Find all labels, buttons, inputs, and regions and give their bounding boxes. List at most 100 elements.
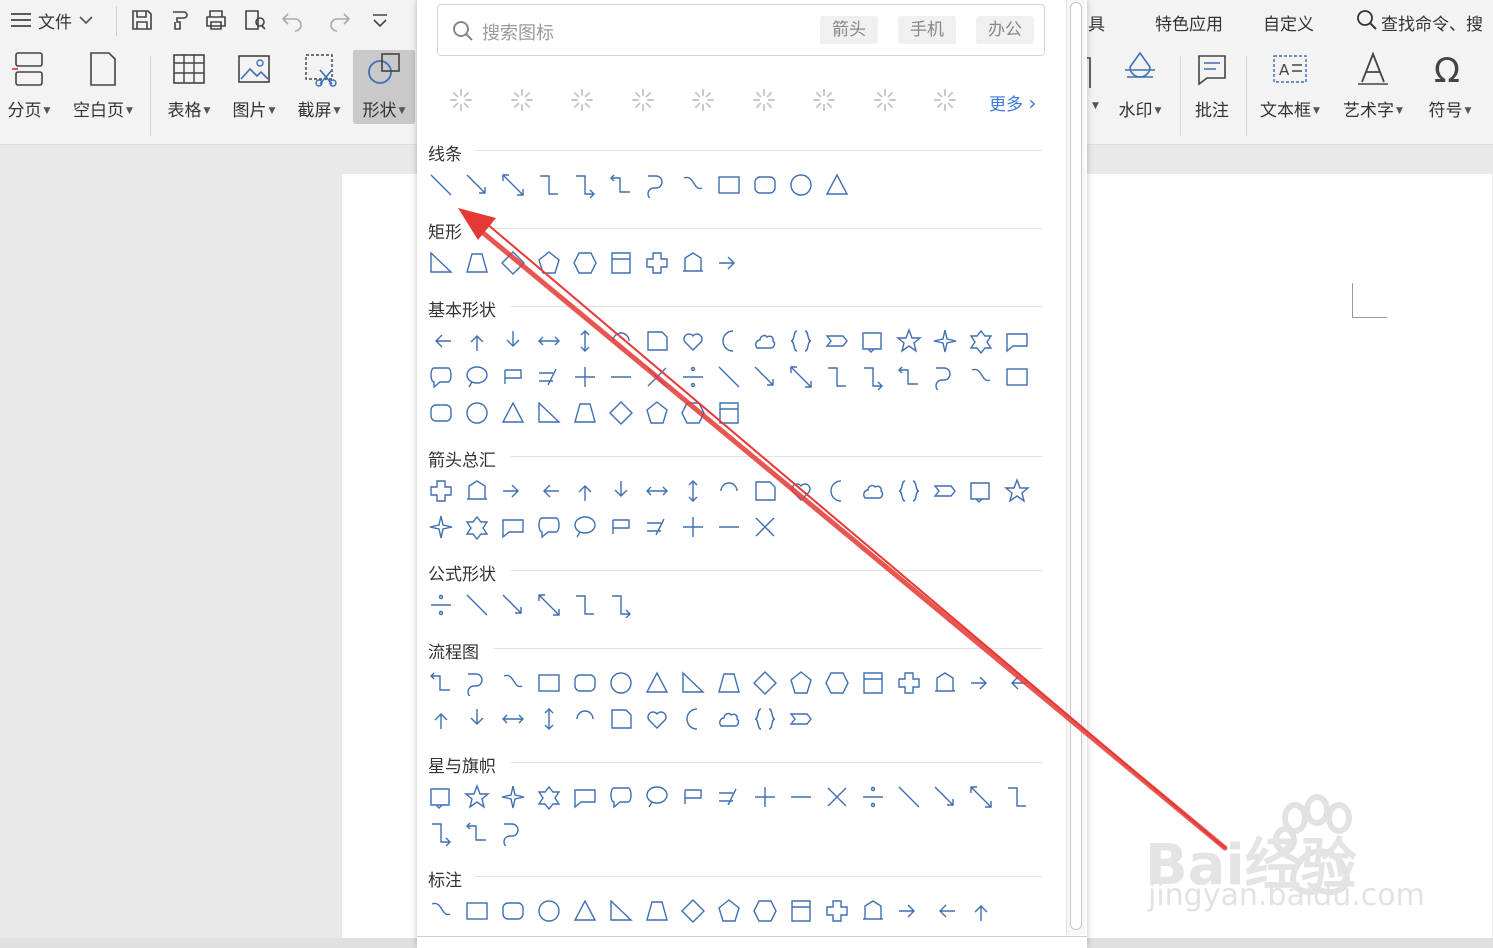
shape-option-icon[interactable] bbox=[536, 514, 562, 540]
shape-option-icon[interactable] bbox=[536, 784, 562, 810]
shape-option-icon[interactable] bbox=[464, 328, 490, 354]
shape-option-icon[interactable] bbox=[428, 670, 454, 696]
tool-table[interactable]: 表格 ▼ bbox=[164, 50, 214, 124]
shape-option-icon[interactable] bbox=[896, 784, 922, 810]
shape-option-icon[interactable] bbox=[824, 898, 850, 924]
shape-option-icon[interactable] bbox=[644, 706, 670, 732]
shape-option-icon[interactable] bbox=[752, 706, 778, 732]
shape-option-icon[interactable] bbox=[968, 478, 994, 504]
shape-option-icon[interactable] bbox=[464, 670, 490, 696]
shape-option-icon[interactable] bbox=[644, 478, 670, 504]
shape-option-icon[interactable] bbox=[680, 706, 706, 732]
shape-option-icon[interactable] bbox=[608, 514, 634, 540]
shape-option-icon[interactable] bbox=[464, 400, 490, 426]
shape-option-icon[interactable] bbox=[824, 670, 850, 696]
scrollbar-thumb[interactable] bbox=[1070, 2, 1082, 930]
shape-option-icon[interactable] bbox=[608, 592, 634, 618]
shape-option-icon[interactable] bbox=[860, 328, 886, 354]
shape-option-icon[interactable] bbox=[680, 478, 706, 504]
shape-option-icon[interactable] bbox=[608, 898, 634, 924]
shape-option-icon[interactable] bbox=[716, 514, 742, 540]
shape-option-icon[interactable] bbox=[572, 514, 598, 540]
tag-phone[interactable]: 手机 bbox=[898, 16, 956, 44]
shape-option-icon[interactable] bbox=[860, 364, 886, 390]
tool-shapes[interactable]: 形状 ▼ bbox=[353, 50, 415, 124]
redo-icon[interactable] bbox=[328, 8, 352, 32]
shape-option-icon[interactable] bbox=[968, 898, 994, 924]
shape-option-icon[interactable] bbox=[500, 250, 526, 276]
shape-option-icon[interactable] bbox=[716, 706, 742, 732]
search-input[interactable]: 搜索图标 bbox=[482, 19, 554, 45]
shape-option-icon[interactable] bbox=[608, 478, 634, 504]
shape-option-icon[interactable] bbox=[500, 400, 526, 426]
shape-option-icon[interactable] bbox=[788, 328, 814, 354]
shape-option-icon[interactable] bbox=[644, 898, 670, 924]
shape-option-icon[interactable] bbox=[680, 364, 706, 390]
shape-option-icon[interactable] bbox=[644, 400, 670, 426]
print-preview-icon[interactable] bbox=[242, 8, 266, 32]
shape-option-icon[interactable] bbox=[464, 820, 490, 846]
shape-option-icon[interactable] bbox=[608, 250, 634, 276]
shape-option-icon[interactable] bbox=[860, 784, 886, 810]
shape-option-icon[interactable] bbox=[500, 364, 526, 390]
tool-comment[interactable]: 批注 bbox=[1190, 50, 1234, 124]
shape-option-icon[interactable] bbox=[932, 364, 958, 390]
shape-option-icon[interactable] bbox=[644, 784, 670, 810]
tool-screenshot[interactable]: 截屏 ▼ bbox=[294, 50, 344, 124]
shape-option-icon[interactable] bbox=[428, 820, 454, 846]
shape-option-icon[interactable] bbox=[716, 784, 742, 810]
shape-option-icon[interactable] bbox=[464, 514, 490, 540]
file-menu[interactable]: 文件 bbox=[10, 8, 94, 33]
shape-option-icon[interactable] bbox=[752, 898, 778, 924]
shape-option-icon[interactable] bbox=[788, 898, 814, 924]
shape-option-icon[interactable] bbox=[968, 364, 994, 390]
shape-option-icon[interactable] bbox=[428, 592, 454, 618]
shape-option-icon[interactable] bbox=[680, 670, 706, 696]
shape-option-icon[interactable] bbox=[860, 478, 886, 504]
shape-option-icon[interactable] bbox=[824, 328, 850, 354]
shape-option-icon[interactable] bbox=[932, 898, 958, 924]
shape-option-icon[interactable] bbox=[572, 328, 598, 354]
shape-option-icon[interactable] bbox=[536, 670, 562, 696]
shape-option-icon[interactable] bbox=[536, 172, 562, 198]
shape-option-icon[interactable] bbox=[824, 364, 850, 390]
shape-option-icon[interactable] bbox=[680, 172, 706, 198]
shape-option-icon[interactable] bbox=[572, 478, 598, 504]
shape-option-icon[interactable] bbox=[536, 250, 562, 276]
shape-option-icon[interactable] bbox=[428, 478, 454, 504]
shape-option-icon[interactable] bbox=[860, 898, 886, 924]
shape-option-icon[interactable] bbox=[788, 670, 814, 696]
shape-option-icon[interactable] bbox=[428, 400, 454, 426]
shape-option-icon[interactable] bbox=[464, 172, 490, 198]
panel-scrollbar[interactable] bbox=[1066, 0, 1085, 935]
shape-option-icon[interactable] bbox=[608, 670, 634, 696]
shape-option-icon[interactable] bbox=[572, 400, 598, 426]
shape-option-icon[interactable] bbox=[536, 592, 562, 618]
shape-option-icon[interactable] bbox=[680, 784, 706, 810]
shape-option-icon[interactable] bbox=[500, 172, 526, 198]
shape-option-icon[interactable] bbox=[1004, 670, 1030, 696]
shape-option-icon[interactable] bbox=[572, 592, 598, 618]
shape-option-icon[interactable] bbox=[536, 706, 562, 732]
shape-option-icon[interactable] bbox=[464, 706, 490, 732]
shape-option-icon[interactable] bbox=[716, 670, 742, 696]
shape-option-icon[interactable] bbox=[644, 514, 670, 540]
shape-option-icon[interactable] bbox=[536, 364, 562, 390]
shape-option-icon[interactable] bbox=[824, 784, 850, 810]
shape-option-icon[interactable] bbox=[464, 364, 490, 390]
shape-option-icon[interactable] bbox=[752, 364, 778, 390]
shape-option-icon[interactable] bbox=[500, 670, 526, 696]
tag-arrow[interactable]: 箭头 bbox=[820, 16, 878, 44]
shape-option-icon[interactable] bbox=[968, 784, 994, 810]
shape-option-icon[interactable] bbox=[1004, 784, 1030, 810]
shape-option-icon[interactable] bbox=[752, 670, 778, 696]
customize-toolbar-icon[interactable] bbox=[368, 8, 392, 32]
shape-option-icon[interactable] bbox=[716, 250, 742, 276]
shape-option-icon[interactable] bbox=[896, 670, 922, 696]
menu-special-apps[interactable]: 特色应用 bbox=[1155, 10, 1223, 35]
shape-option-icon[interactable] bbox=[572, 364, 598, 390]
shape-option-icon[interactable] bbox=[752, 328, 778, 354]
shape-option-icon[interactable] bbox=[608, 706, 634, 732]
shape-option-icon[interactable] bbox=[428, 898, 454, 924]
shape-option-icon[interactable] bbox=[716, 898, 742, 924]
